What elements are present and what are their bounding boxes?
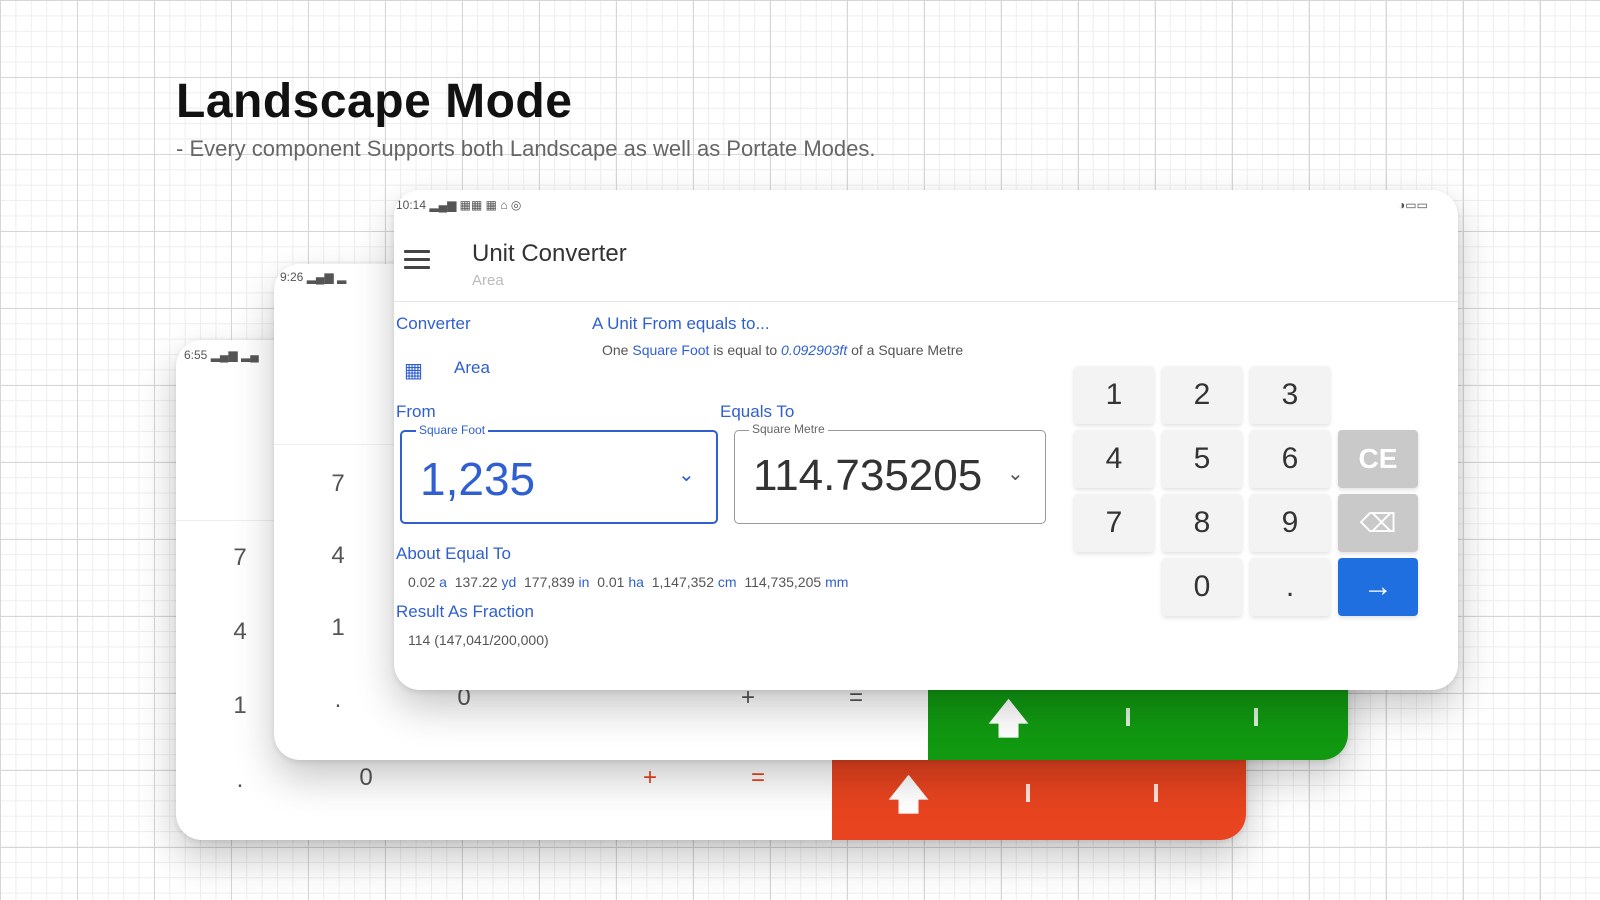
result-fraction-label: Result As Fraction [396, 602, 534, 621]
page-title: Landscape Mode [176, 75, 573, 128]
key-equals[interactable]: = [728, 764, 788, 792]
battery-icon: ◑▭▭ [1398, 198, 1428, 212]
info-title: A Unit From equals to... [592, 314, 770, 333]
to-unit-legend: Square Metre [749, 422, 828, 436]
key-plus[interactable]: + [620, 764, 680, 792]
from-unit-legend: Square Foot [416, 423, 489, 437]
about-equal-label: About Equal To [396, 544, 511, 563]
app-subtitle: Area [472, 272, 504, 289]
key-0[interactable]: 0 [336, 764, 396, 792]
result-fraction-value: 114 (147,041/200,000) [408, 632, 549, 648]
equals-to-label: Equals To [720, 402, 795, 421]
page-subtitle: - Every component Supports both Landscap… [176, 136, 876, 161]
from-unit-select[interactable]: Square Foot 1,235 ⌄ [400, 423, 718, 524]
up-arrow-icon[interactable]: 🡅 [988, 690, 1029, 758]
converter-label: Converter [396, 314, 471, 333]
keypad-8[interactable]: 8 [1162, 494, 1242, 552]
keypad-7[interactable]: 7 [1074, 494, 1154, 552]
about-values: 0.02 a 137.22 yd 177,839 in 0.01 ha 1,14… [408, 574, 849, 590]
app-bar: Unit Converter Area [394, 216, 1458, 302]
chevron-down-icon[interactable]: ⌄ [1007, 461, 1024, 486]
key-1[interactable]: 1 [210, 692, 270, 720]
keypad-dot[interactable]: . [1250, 558, 1330, 616]
to-value: 114.735205 [753, 451, 983, 500]
menu-icon[interactable] [404, 250, 430, 270]
chevron-down-icon[interactable]: ⌄ [678, 462, 695, 487]
backspace-button[interactable]: ⌫ [1338, 494, 1418, 552]
keypad-1[interactable]: 1 [1074, 366, 1154, 424]
status-bar: 9:26 ▂▄▆ ▂ [280, 270, 346, 284]
keypad-4[interactable]: 4 [1074, 430, 1154, 488]
from-label: From [396, 402, 436, 421]
enter-button[interactable]: → [1338, 558, 1418, 616]
signal-icon: ▂▄▆ ▂ [306, 270, 347, 284]
status-time: 6:55 [184, 348, 208, 362]
info-line: One Square Foot is equal to 0.092903ft o… [602, 342, 964, 358]
keypad-0[interactable]: 0 [1162, 558, 1242, 616]
app-title: Unit Converter [472, 240, 627, 267]
status-bar: 10:14 ▂▄▆ ▦▦ ▦ ⌂ ◎ [396, 198, 521, 212]
status-bar: 6:55 ▂▄▆ ▂▄ [184, 348, 259, 362]
to-unit-select[interactable]: Square Metre 114.735205 ⌄ [734, 422, 1046, 524]
key-1[interactable]: 1 [308, 614, 368, 642]
key-dot[interactable]: . [210, 766, 270, 794]
from-value[interactable]: 1,235 [420, 452, 535, 506]
key-7[interactable]: 7 [308, 470, 368, 498]
key-dot[interactable]: . [308, 686, 368, 714]
bracket-icon[interactable] [1026, 784, 1030, 802]
keypad-3[interactable]: 3 [1250, 366, 1330, 424]
bracket-icon[interactable] [1254, 708, 1258, 726]
signal-icon: ▂▄▆ ▂▄ [210, 348, 259, 362]
status-time: 10:14 [396, 198, 427, 212]
key-4[interactable]: 4 [308, 542, 368, 570]
keypad-5[interactable]: 5 [1162, 430, 1242, 488]
keypad-2[interactable]: 2 [1162, 366, 1242, 424]
status-time: 9:26 [280, 270, 304, 284]
up-arrow-icon[interactable]: 🡅 [888, 766, 929, 834]
bracket-icon[interactable] [1126, 708, 1130, 726]
bracket-icon[interactable] [1154, 784, 1158, 802]
action-row[interactable]: 🡅 [832, 748, 1246, 840]
unit-converter-card: 10:14 ▂▄▆ ▦▦ ▦ ⌂ ◎ ◑▭▭ Unit Converter Ar… [394, 190, 1458, 690]
key-7[interactable]: 7 [210, 544, 270, 572]
clear-entry-button[interactable]: CE [1338, 430, 1418, 488]
signal-icon: ▂▄▆ ▦▦ ▦ ⌂ ◎ [429, 198, 522, 212]
keypad-6[interactable]: 6 [1250, 430, 1330, 488]
category-label[interactable]: Area [454, 358, 490, 378]
keypad-9[interactable]: 9 [1250, 494, 1330, 552]
area-icon[interactable]: ▦ [404, 358, 423, 383]
key-4[interactable]: 4 [210, 618, 270, 646]
